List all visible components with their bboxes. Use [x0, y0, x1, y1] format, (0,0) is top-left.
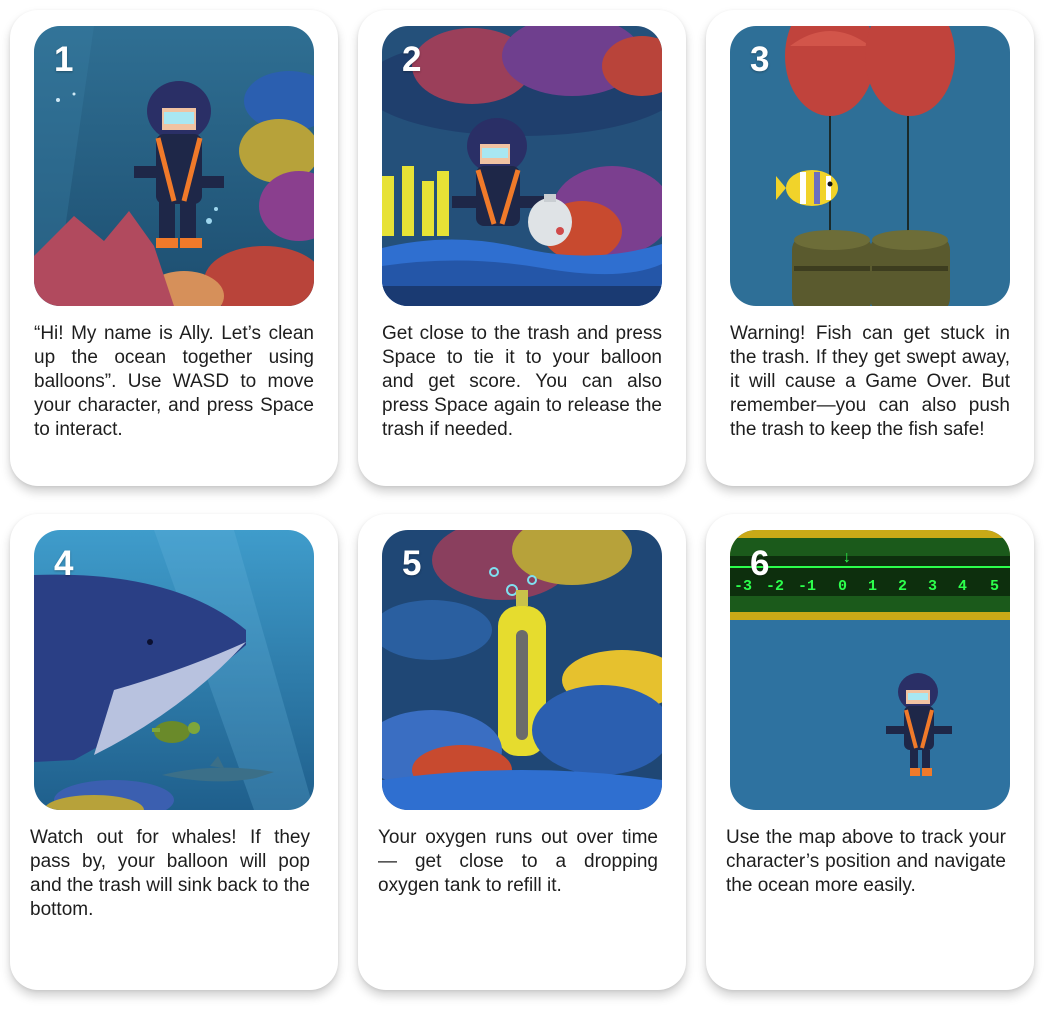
depth-tick: 4 [958, 578, 967, 595]
depth-tick: 3 [928, 578, 937, 595]
depth-tick: 1 [868, 578, 877, 595]
tutorial-card-4: 4 Watch out for whales! If they pass by,… [10, 514, 338, 990]
step-description: Watch out for whales! If they pass by, y… [30, 827, 310, 920]
tutorial-card-5: 5 Your oxygen runs out over time — get c… [358, 514, 686, 990]
illustration-trash-pickup: 2 [382, 26, 662, 306]
depth-map-bar: ↓ -3 -2 -1 0 1 2 3 4 5 [730, 530, 1010, 620]
step-number: 4 [54, 544, 74, 583]
illustration-whale: 4 [34, 530, 314, 810]
step-description: Warning! Fish can get stuck in the trash… [730, 323, 1010, 440]
step-number: 5 [402, 544, 422, 583]
step-number: 6 [750, 544, 770, 583]
depth-tick: 2 [898, 578, 907, 595]
depth-tick: 5 [990, 578, 999, 595]
step-number: 3 [750, 40, 770, 79]
step-description: Your oxygen runs out over time — get clo… [378, 827, 658, 896]
tutorial-card-1: 1 “Hi! My name is Ally. Let’s clean up t… [10, 10, 338, 486]
step-description: “Hi! My name is Ally. Let’s clean up the… [34, 323, 314, 440]
illustration-oxygen-tank: 5 [382, 530, 662, 810]
step-description: Use the map above to track your characte… [726, 827, 1006, 896]
tutorial-card-2: 2 Get close to the trash and press Space… [358, 10, 686, 486]
step-description: Get close to the trash and press Space t… [382, 323, 662, 440]
illustration-diver-intro: 1 [34, 26, 314, 306]
depth-tick: -1 [798, 578, 816, 595]
illustration-depth-map: ↓ -3 -2 -1 0 1 2 3 4 5 6 [730, 530, 1010, 810]
step-number: 2 [402, 40, 422, 79]
tutorial-card-6: ↓ -3 -2 -1 0 1 2 3 4 5 6 Use the map abo… [706, 514, 1034, 990]
illustration-fish-warning: 3 [730, 26, 1010, 306]
depth-tick: 0 [838, 578, 847, 595]
depth-marker-arrow: ↓ [842, 549, 852, 567]
step-number: 1 [54, 40, 74, 79]
tutorial-card-3: 3 Warning! Fish can get stuck in the tra… [706, 10, 1034, 486]
